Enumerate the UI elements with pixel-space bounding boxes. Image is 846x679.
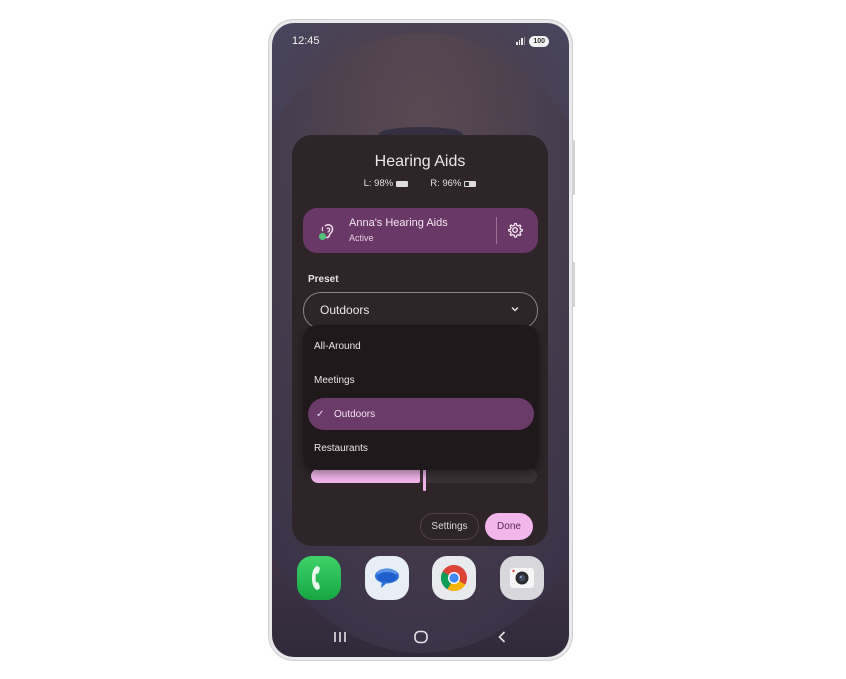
dialog-title: Hearing Aids bbox=[374, 153, 466, 170]
phone-screen: 12:45 100 Hearing Aids L: 98% R: 96% Ann… bbox=[272, 23, 569, 657]
battery-full-icon bbox=[396, 180, 409, 187]
battery-partial-icon bbox=[464, 180, 477, 187]
settings-button[interactable]: Settings bbox=[420, 513, 479, 540]
menu-item-outdoors[interactable]: ✓ Outdoors bbox=[308, 398, 534, 430]
phone-app-icon[interactable] bbox=[297, 556, 341, 600]
chevron-down-icon bbox=[511, 307, 519, 312]
check-icon: ✓ bbox=[316, 408, 325, 420]
signal-icon bbox=[516, 37, 526, 45]
preset-label: Preset bbox=[308, 274, 339, 285]
recents-icon bbox=[334, 632, 346, 642]
recents-button[interactable] bbox=[328, 627, 352, 647]
battery-icon: 100 bbox=[529, 35, 549, 47]
camera-app-icon[interactable] bbox=[499, 556, 544, 600]
menu-item-label: Restaurants bbox=[314, 442, 368, 454]
back-button[interactable] bbox=[490, 627, 514, 647]
menu-item-meetings[interactable]: Meetings bbox=[308, 364, 534, 396]
left-battery: L: 98% bbox=[364, 178, 409, 189]
menu-item-label: All-Around bbox=[314, 340, 361, 352]
slider-thumb[interactable] bbox=[423, 469, 426, 491]
preset-dropdown[interactable]: Outdoors bbox=[303, 292, 538, 329]
left-battery-label: L: 98% bbox=[363, 178, 394, 189]
slider-fill bbox=[311, 469, 420, 483]
device-card[interactable]: Anna's Hearing Aids Active bbox=[303, 208, 538, 253]
app-dock bbox=[297, 556, 544, 600]
right-battery-label: R: 96% bbox=[430, 178, 462, 189]
device-status: Active bbox=[349, 233, 374, 243]
menu-item-all-around[interactable]: All-Around bbox=[308, 330, 534, 362]
menu-item-label: Meetings bbox=[314, 374, 355, 386]
status-bar: 12:45 100 bbox=[292, 33, 549, 49]
home-button[interactable] bbox=[409, 627, 433, 647]
messages-app-icon[interactable] bbox=[364, 556, 409, 600]
preset-value: Outdoors bbox=[320, 303, 370, 317]
done-button[interactable]: Done bbox=[485, 513, 533, 540]
chrome-app-icon[interactable] bbox=[432, 556, 477, 600]
gear-icon[interactable] bbox=[505, 220, 525, 240]
right-battery: R: 96% bbox=[430, 178, 477, 189]
volume-button bbox=[572, 140, 575, 195]
preset-menu: All-Around Meetings ✓ Outdoors Restauran… bbox=[303, 325, 539, 470]
divider bbox=[496, 217, 497, 244]
menu-item-label: Outdoors bbox=[334, 408, 376, 420]
active-status-dot bbox=[319, 233, 326, 240]
power-button bbox=[572, 262, 575, 307]
battery-levels: L: 98% R: 96% bbox=[292, 178, 548, 189]
hearing-aids-dialog: Hearing Aids L: 98% R: 96% Anna's Hearin… bbox=[292, 135, 548, 546]
home-icon bbox=[414, 630, 428, 644]
back-icon bbox=[498, 631, 506, 643]
device-name: Anna's Hearing Aids bbox=[349, 217, 448, 229]
hearing-aid-icon bbox=[317, 222, 337, 242]
status-time: 12:45 bbox=[292, 35, 320, 47]
navigation-bar bbox=[272, 627, 569, 647]
menu-item-restaurants[interactable]: Restaurants bbox=[308, 432, 534, 464]
